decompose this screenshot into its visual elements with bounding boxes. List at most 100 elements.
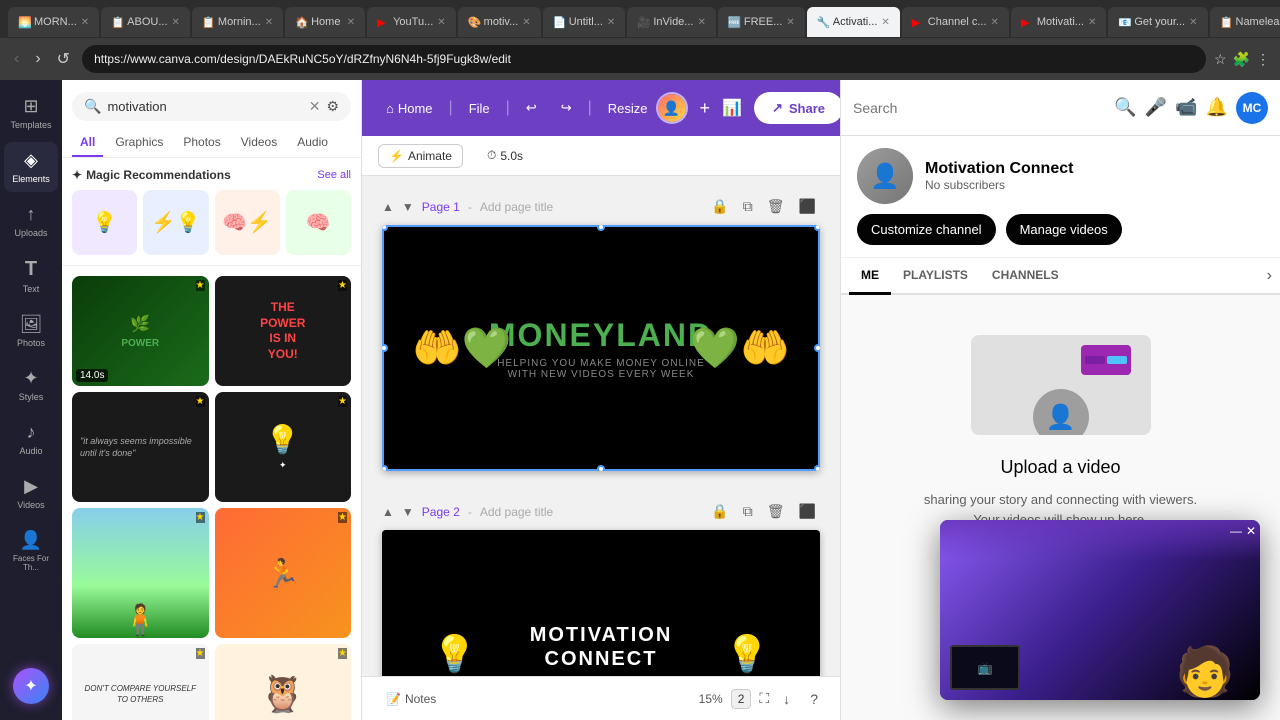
- page-1-delete[interactable]: 🗑: [763, 196, 789, 217]
- sidebar-magic-btn[interactable]: ✦: [13, 668, 49, 712]
- tab-close[interactable]: ✕: [347, 17, 355, 28]
- yt-tab-me[interactable]: ME: [849, 258, 891, 295]
- page-1-add-title[interactable]: Add page title: [480, 200, 553, 214]
- tab-get-your[interactable]: 📧 Get your... ✕: [1108, 7, 1207, 37]
- reload-button[interactable]: ↺: [53, 47, 74, 71]
- see-all-button[interactable]: See all: [317, 169, 351, 181]
- tab-motiv[interactable]: 🎨 motiv... ✕: [458, 7, 541, 37]
- notes-button[interactable]: 📝 Notes: [378, 688, 444, 710]
- sidebar-item-text[interactable]: T Text: [4, 250, 58, 302]
- media-item-1[interactable]: 🌿 POWER 14.0s ★: [72, 276, 209, 386]
- back-button[interactable]: ‹: [10, 48, 23, 70]
- media-item-7[interactable]: DON'T COMPARE YOURSELF TO OTHERS ★: [72, 644, 209, 720]
- yt-user-avatar[interactable]: MC: [1236, 92, 1268, 124]
- tab-close[interactable]: ✕: [881, 17, 889, 28]
- tab-free[interactable]: 🆓 FREE... ✕: [718, 7, 805, 37]
- page-2-delete[interactable]: 🗑: [763, 501, 789, 522]
- page-2-lock[interactable]: 🔒: [707, 501, 732, 522]
- manage-videos-button[interactable]: Manage videos: [1006, 214, 1122, 245]
- forward-button[interactable]: ›: [31, 48, 44, 70]
- page-2-expand[interactable]: ▼: [402, 505, 414, 519]
- tab-close[interactable]: ✕: [81, 17, 89, 28]
- tab-untitled[interactable]: 📄 Untitl... ✕: [543, 7, 626, 37]
- settings-icon[interactable]: ⋮: [1256, 51, 1270, 68]
- tab-youtube[interactable]: ▶ YouTu... ✕: [367, 7, 456, 37]
- yt-tab-channels[interactable]: CHANNELS: [980, 258, 1071, 295]
- tab-mornin[interactable]: 📋 Mornin... ✕: [192, 7, 283, 37]
- help-button[interactable]: ?: [804, 687, 824, 711]
- page-1-copy[interactable]: ⧉: [739, 196, 757, 217]
- cat-tab-audio[interactable]: Audio: [289, 129, 336, 157]
- page-1-label[interactable]: Page 1: [422, 200, 460, 214]
- search-input[interactable]: [107, 99, 302, 114]
- bookmark-icon[interactable]: ☆: [1214, 51, 1227, 68]
- tab-channel[interactable]: ▶ Channel c... ✕: [902, 7, 1009, 37]
- tab-close[interactable]: ✕: [437, 17, 445, 28]
- chart-button[interactable]: 📊: [722, 98, 742, 118]
- page-2-collapse[interactable]: ▲: [382, 505, 394, 519]
- page-2-label[interactable]: Page 2: [422, 505, 460, 519]
- clear-search-icon[interactable]: ✕: [309, 98, 321, 115]
- page-2-copy[interactable]: ⧉: [739, 501, 757, 522]
- page-1-lock[interactable]: 🔒: [707, 196, 732, 217]
- add-collaborator-button[interactable]: +: [700, 98, 711, 119]
- media-item-8[interactable]: 🦉 ★: [215, 644, 352, 720]
- yt-notification-icon[interactable]: 🔔: [1206, 97, 1228, 118]
- tab-invideo[interactable]: 🎥 InVide... ✕: [627, 7, 716, 37]
- sidebar-item-uploads[interactable]: ↑ Uploads: [4, 196, 58, 246]
- redo-button[interactable]: ↪: [553, 96, 580, 120]
- page-2-slide[interactable]: 💡 MOTIVATIONCONNECT DAILY MOTIVATION VID…: [382, 530, 820, 676]
- tab-motivation-yt[interactable]: ▶ Motivati... ✕: [1011, 7, 1106, 37]
- magic-icon[interactable]: ✦: [13, 668, 49, 704]
- user-avatar[interactable]: 👤: [656, 92, 688, 124]
- sidebar-item-templates[interactable]: ⊞ Templates: [4, 88, 58, 138]
- media-item-6[interactable]: 🏃 ★: [215, 508, 352, 638]
- tab-morn[interactable]: 🌅 MORN... ✕: [8, 7, 99, 37]
- tab-close[interactable]: ✕: [1189, 17, 1197, 28]
- tab-nameless[interactable]: 📋 Nameleas... ✕: [1210, 7, 1280, 37]
- file-button[interactable]: File: [461, 97, 498, 120]
- sidebar-item-faces[interactable]: 👤 Faces For Th...: [4, 522, 58, 580]
- sidebar-item-elements[interactable]: ◈ Elements: [4, 142, 58, 192]
- undo-button[interactable]: ↩: [518, 96, 545, 120]
- magic-item-3[interactable]: 🧠⚡: [215, 190, 280, 255]
- resize-button[interactable]: Resize: [600, 97, 656, 120]
- time-button[interactable]: ⏱ 5.0s: [479, 144, 531, 167]
- page-2-add-title[interactable]: Add page title: [480, 505, 553, 519]
- magic-item-1[interactable]: 💡: [72, 190, 137, 255]
- address-input[interactable]: [82, 45, 1206, 73]
- yt-create-icon[interactable]: 📹: [1175, 97, 1197, 118]
- share-button[interactable]: ↗ Share: [754, 92, 840, 124]
- sidebar-item-audio[interactable]: ♪ Audio: [4, 414, 58, 464]
- filter-icon[interactable]: ⚙: [326, 98, 339, 115]
- customize-channel-button[interactable]: Customize channel: [857, 214, 996, 245]
- tab-close[interactable]: ✕: [265, 17, 273, 28]
- sidebar-item-videos[interactable]: ▶ Videos: [4, 468, 58, 518]
- float-close-button[interactable]: ✕: [1246, 524, 1256, 538]
- tab-close[interactable]: ✕: [991, 17, 999, 28]
- media-item-2[interactable]: THEPOWERIS INYOU! ★: [215, 276, 352, 386]
- page-1-expand[interactable]: ▼: [402, 200, 414, 214]
- floating-video-player[interactable]: 📺 🧑 — ✕: [940, 520, 1260, 700]
- yt-tab-playlists[interactable]: PLAYLISTS: [891, 258, 980, 295]
- tab-close[interactable]: ✕: [697, 17, 705, 28]
- media-item-5[interactable]: 🧍 ★: [72, 508, 209, 638]
- float-minimize-button[interactable]: —: [1230, 524, 1242, 538]
- yt-search-input[interactable]: [853, 100, 1108, 116]
- prev-page-button[interactable]: ↓: [777, 687, 796, 711]
- page-1-collapse[interactable]: ▲: [382, 200, 394, 214]
- expand-button[interactable]: ⛶: [759, 690, 769, 707]
- tab-close[interactable]: ✕: [172, 17, 180, 28]
- media-item-4[interactable]: 💡 ✦ ★: [215, 392, 352, 502]
- yt-mic-icon[interactable]: 🎤: [1145, 97, 1167, 118]
- tab-close[interactable]: ✕: [1088, 17, 1096, 28]
- cat-tab-videos[interactable]: Videos: [233, 129, 285, 157]
- cat-tab-photos[interactable]: Photos: [175, 129, 228, 157]
- sidebar-item-photos[interactable]: 🖼 Photos: [4, 306, 58, 356]
- tab-close[interactable]: ✕: [607, 17, 615, 28]
- yt-search-icon[interactable]: 🔍: [1114, 97, 1136, 118]
- magic-item-4[interactable]: 🧠: [286, 190, 351, 255]
- media-item-3[interactable]: "it always seems impossible until it's d…: [72, 392, 209, 502]
- home-button[interactable]: ⌂ Home: [378, 97, 441, 120]
- animate-button[interactable]: ⚡ Animate: [378, 144, 463, 168]
